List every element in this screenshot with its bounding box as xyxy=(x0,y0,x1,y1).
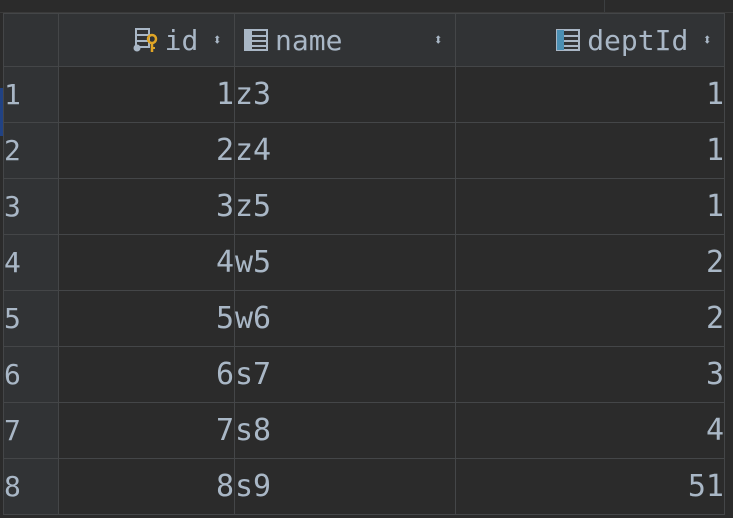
cell-deptid[interactable]: 2 xyxy=(455,290,725,347)
table-row[interactable]: 4 4 w5 2 xyxy=(3,234,725,291)
cell-id[interactable]: 4 xyxy=(58,234,235,291)
cell-id[interactable]: 8 xyxy=(58,458,235,515)
cell-name[interactable]: s9 xyxy=(234,458,456,515)
cell-id[interactable]: 3 xyxy=(58,178,235,235)
result-rows: 1 1 z3 1 2 2 z4 1 3 3 z5 1 4 4 w5 2 5 5 … xyxy=(3,66,725,515)
cell-name[interactable]: z4 xyxy=(234,122,456,179)
table-row[interactable]: 8 8 s9 51 xyxy=(3,458,725,515)
cell-name[interactable]: s7 xyxy=(234,346,456,403)
cell-id[interactable]: 6 xyxy=(58,346,235,403)
row-number-header[interactable] xyxy=(3,13,59,67)
cell-deptid[interactable]: 1 xyxy=(455,66,725,123)
table-row[interactable]: 5 5 w6 2 xyxy=(3,290,725,347)
column-icon xyxy=(556,29,581,51)
row-number[interactable]: 1 xyxy=(3,66,59,123)
result-grid: id ⬍ name ⬍ deptId ⬍ 1 1 z3 1 2 2 z4 1 3… xyxy=(3,13,725,515)
column-header-deptid[interactable]: deptId ⬍ xyxy=(455,13,725,67)
sort-icon[interactable]: ⬍ xyxy=(212,32,222,48)
column-icon xyxy=(244,29,268,51)
table-row[interactable]: 2 2 z4 1 xyxy=(3,122,725,179)
column-header-label: id xyxy=(164,23,199,57)
sort-icon[interactable]: ⬍ xyxy=(433,32,443,48)
cell-deptid[interactable]: 4 xyxy=(455,402,725,459)
cell-name[interactable]: z3 xyxy=(234,66,456,123)
cell-name[interactable]: w6 xyxy=(234,290,456,347)
primary-key-column-icon xyxy=(133,28,157,52)
column-header-label: name xyxy=(275,23,343,57)
cell-deptid[interactable]: 1 xyxy=(455,122,725,179)
row-number[interactable]: 8 xyxy=(3,458,59,515)
header-row: id ⬍ name ⬍ deptId ⬍ xyxy=(3,13,725,67)
cell-name[interactable]: z5 xyxy=(234,178,456,235)
top-toolbar-strip xyxy=(0,0,733,13)
row-number[interactable]: 6 xyxy=(3,346,59,403)
table-row[interactable]: 6 6 s7 3 xyxy=(3,346,725,403)
table-row[interactable]: 7 7 s8 4 xyxy=(3,402,725,459)
row-number[interactable]: 4 xyxy=(3,234,59,291)
row-number[interactable]: 2 xyxy=(3,122,59,179)
cell-name[interactable]: w5 xyxy=(234,234,456,291)
cell-deptid[interactable]: 3 xyxy=(455,346,725,403)
cell-deptid[interactable]: 1 xyxy=(455,178,725,235)
cell-id[interactable]: 5 xyxy=(58,290,235,347)
cell-deptid[interactable]: 2 xyxy=(455,234,725,291)
column-header-label: deptId xyxy=(587,23,689,57)
row-number[interactable]: 5 xyxy=(3,290,59,347)
cell-name[interactable]: s8 xyxy=(234,402,456,459)
cell-deptid[interactable]: 51 xyxy=(455,458,725,515)
row-number[interactable]: 7 xyxy=(3,402,59,459)
table-row[interactable]: 3 3 z5 1 xyxy=(3,178,725,235)
query-result-panel: id ⬍ name ⬍ deptId ⬍ 1 1 z3 1 2 2 z4 1 3… xyxy=(0,0,733,518)
column-header-name[interactable]: name ⬍ xyxy=(234,13,456,67)
cell-id[interactable]: 1 xyxy=(58,66,235,123)
column-header-id[interactable]: id ⬍ xyxy=(58,13,235,67)
sort-icon[interactable]: ⬍ xyxy=(702,32,712,48)
panel-splitter[interactable] xyxy=(604,0,605,12)
table-row[interactable]: 1 1 z3 1 xyxy=(3,66,725,123)
cell-id[interactable]: 7 xyxy=(58,402,235,459)
row-number[interactable]: 3 xyxy=(3,178,59,235)
cell-id[interactable]: 2 xyxy=(58,122,235,179)
